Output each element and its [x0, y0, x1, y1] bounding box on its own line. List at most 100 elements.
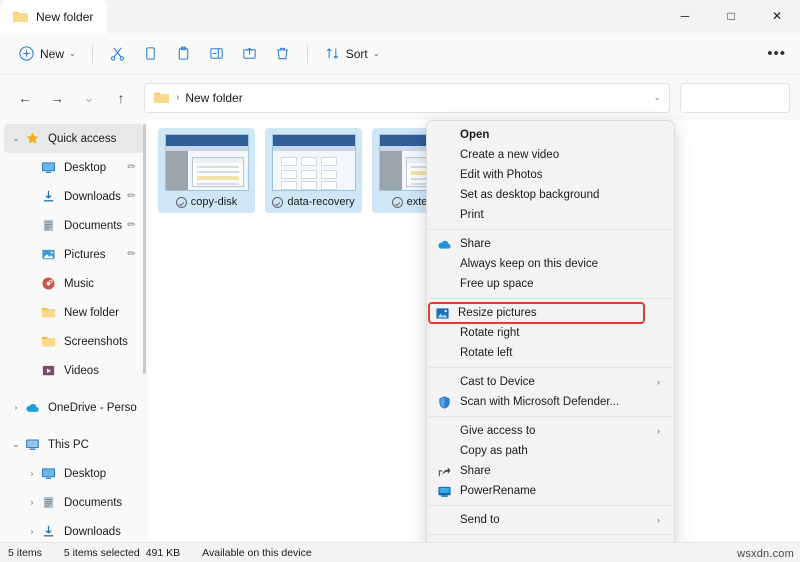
sidebar-item-videos[interactable]: Videos: [4, 356, 144, 385]
menu-item-free-up-space[interactable]: Free up space: [431, 274, 670, 294]
menu-item-rotate-right[interactable]: Rotate right: [431, 323, 670, 343]
menu-item-share[interactable]: Share: [431, 234, 670, 254]
recent-locations-button[interactable]: ⌄: [74, 83, 104, 113]
menu-item-icon-none: [435, 374, 453, 390]
folder-icon: [13, 11, 28, 22]
sidebar-item-onedrive-perso[interactable]: › OneDrive - Perso: [4, 393, 144, 422]
sidebar-item-desktop[interactable]: › Desktop: [4, 459, 144, 488]
folder-icon-breadcrumb: [154, 92, 169, 103]
cut-button[interactable]: [101, 39, 134, 69]
menu-item-label: PowerRename: [460, 485, 537, 497]
share-icon: [243, 47, 256, 59]
breadcrumb[interactable]: › New folder ⌄: [144, 82, 670, 113]
sidebar-item-screenshots[interactable]: Screenshots: [4, 327, 144, 356]
minimize-button[interactable]: ─: [662, 0, 708, 32]
menu-item-share[interactable]: Share: [431, 461, 670, 481]
powerrename-icon: [435, 483, 453, 499]
menu-item-icon-none: [435, 207, 453, 223]
expander-icon[interactable]: ⌄: [8, 134, 24, 143]
cloud-available-icon: [272, 197, 284, 208]
menu-item-label: Share: [460, 238, 491, 250]
menu-item-open[interactable]: Open: [431, 125, 670, 145]
sidebar-item-new-folder[interactable]: New folder: [4, 298, 144, 327]
sidebar-item-this-pc[interactable]: ⌄ This PC: [4, 430, 144, 459]
share-arrow-icon: [438, 466, 450, 476]
star-icon: [24, 130, 41, 147]
sidebar-item-label: Desktop: [64, 467, 107, 480]
list-item[interactable]: copy-disk: [158, 128, 255, 213]
sidebar-scrollbar[interactable]: [143, 124, 146, 374]
pictures-icon: [40, 246, 57, 263]
expander-icon[interactable]: ›: [8, 403, 24, 412]
list-item[interactable]: data-recovery: [265, 128, 362, 213]
rename-button[interactable]: [200, 39, 233, 69]
sidebar-item-music[interactable]: Music: [4, 269, 144, 298]
menu-item-copy-as-path[interactable]: Copy as path: [431, 441, 670, 461]
menu-item-edit-with-photos[interactable]: Edit with Photos: [431, 165, 670, 185]
address-bar: ← → ⌄ ↑ › New folder ⌄: [0, 75, 800, 120]
menu-item-always-keep-on-this-device[interactable]: Always keep on this device: [431, 254, 670, 274]
sidebar-item-downloads[interactable]: Downloads ✐: [4, 182, 144, 211]
menu-item-label: Share: [460, 465, 491, 477]
paste-button[interactable]: [167, 39, 200, 69]
menu-item-cast-to-device[interactable]: Cast to Device ›: [431, 372, 670, 392]
pin-icon: ✐: [122, 160, 137, 175]
desktop-icon: [41, 162, 56, 174]
sidebar-item-documents[interactable]: Documents ✐: [4, 211, 144, 240]
watermark: wsxdn.com: [737, 548, 794, 560]
file-name-row: data-recovery: [272, 196, 355, 209]
maximize-button[interactable]: □: [708, 0, 754, 32]
forward-button[interactable]: →: [42, 83, 72, 113]
star-icon: [26, 132, 39, 144]
sidebar-item-pictures[interactable]: Pictures ✐: [4, 240, 144, 269]
sidebar-item-downloads[interactable]: › Downloads: [4, 517, 144, 542]
sort-icon: [326, 48, 338, 59]
sidebar-item-label: OneDrive - Perso: [48, 401, 137, 414]
sort-button[interactable]: Sort ⌄: [316, 39, 388, 69]
file-name-row: copy-disk: [175, 196, 237, 209]
sidebar-item-documents[interactable]: › Documents: [4, 488, 144, 517]
menu-separator: [429, 229, 672, 230]
documents-icon: [43, 496, 54, 509]
menu-item-label: Print: [460, 209, 484, 221]
expander-icon[interactable]: ⌄: [8, 440, 24, 449]
chevron-right-icon: ›: [657, 515, 660, 525]
menu-item-give-access-to[interactable]: Give access to ›: [431, 421, 670, 441]
folder-icon: [40, 333, 57, 350]
sidebar-item-quick-access[interactable]: ⌄ Quick access: [4, 124, 144, 153]
onedrive-icon: [24, 399, 41, 416]
download-icon: [40, 188, 57, 205]
menu-item-rotate-left[interactable]: Rotate left: [431, 343, 670, 363]
toolbar-divider: [91, 44, 93, 63]
menu-item-label: Set as desktop background: [460, 189, 600, 201]
sidebar-item-label: Documents: [64, 219, 123, 232]
menu-item-scan-with-microsoft-defender[interactable]: Scan with Microsoft Defender...: [431, 392, 670, 412]
menu-item-create-a-new-video[interactable]: Create a new video: [431, 145, 670, 165]
new-button-label: New: [40, 46, 65, 61]
menu-item-label: Resize pictures: [458, 307, 537, 319]
watermark-text: wsxdn.com: [737, 548, 794, 560]
menu-item-powerrename[interactable]: PowerRename: [431, 481, 670, 501]
sidebar-item-label: Videos: [64, 364, 99, 377]
expander-icon[interactable]: ›: [24, 498, 40, 507]
back-button[interactable]: ←: [10, 83, 40, 113]
folder-tab[interactable]: New folder: [0, 0, 108, 33]
menu-item-print[interactable]: Print: [431, 205, 670, 225]
close-button[interactable]: ✕: [754, 0, 800, 32]
pin-icon: ✐: [122, 247, 137, 262]
expander-icon[interactable]: ›: [24, 469, 40, 478]
delete-button[interactable]: [266, 39, 299, 69]
search-input[interactable]: [680, 82, 790, 113]
menu-item-send-to[interactable]: Send to ›: [431, 510, 670, 530]
menu-item-resize-pictures[interactable]: Resize pictures: [428, 302, 645, 324]
copy-button[interactable]: [134, 39, 167, 69]
status-item-count: 5 items: [8, 546, 42, 559]
up-button[interactable]: ↑: [106, 83, 136, 113]
desktop-icon: [40, 465, 57, 482]
share-button[interactable]: [233, 39, 266, 69]
expander-icon[interactable]: ›: [24, 527, 40, 536]
menu-item-set-as-desktop-background[interactable]: Set as desktop background: [431, 185, 670, 205]
toolbar-overflow-button[interactable]: •••: [767, 45, 786, 62]
sidebar-item-desktop[interactable]: Desktop ✐: [4, 153, 144, 182]
new-button[interactable]: New ⌄: [10, 39, 84, 69]
